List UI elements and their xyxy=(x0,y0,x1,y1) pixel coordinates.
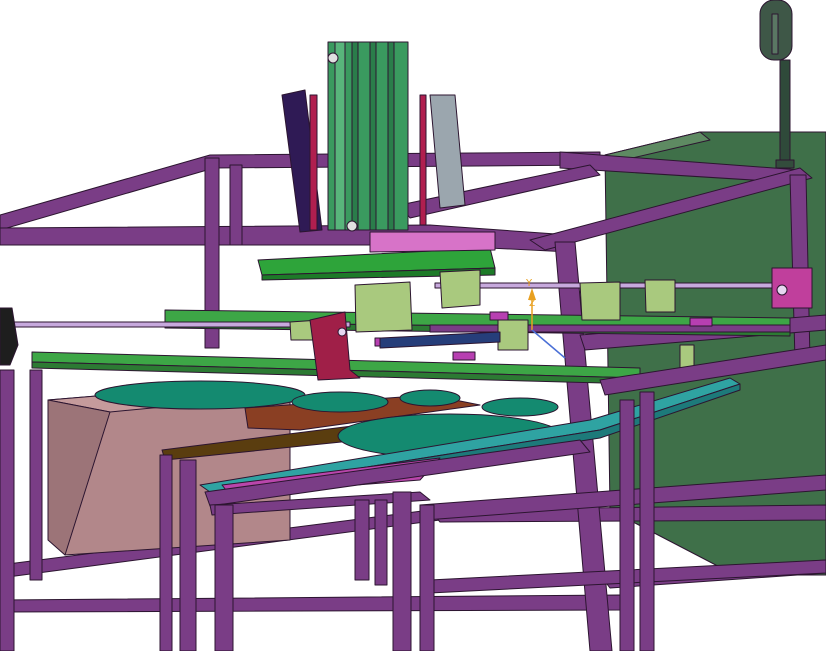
machine-assembly-model[interactable]: Y Z xyxy=(0,0,826,651)
triad-z-label: Z xyxy=(529,299,535,309)
triad-y-label: Y xyxy=(525,278,533,289)
cad-viewport[interactable]: Y Z xyxy=(0,0,826,651)
top-pink-platform xyxy=(369,231,496,253)
navy-bar xyxy=(379,331,501,349)
